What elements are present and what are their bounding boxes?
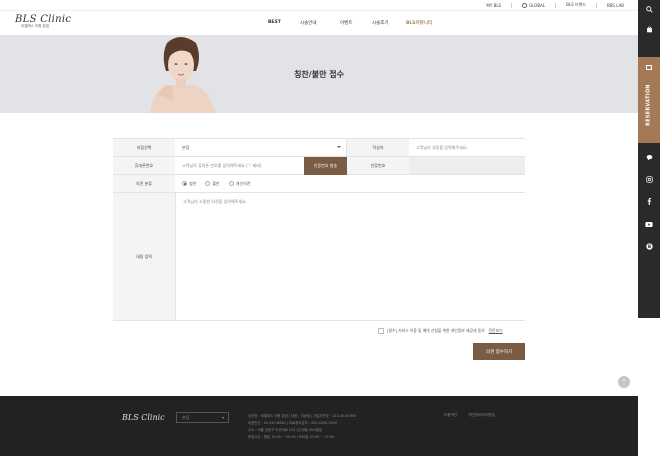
global-label: GLOBAL	[529, 2, 546, 8]
footer-links: 이용약관 개인정보처리방침	[444, 413, 495, 418]
phone-input[interactable]: 고객님의 휴대폰 번호를 입력해주세요 ('-' 제외)	[175, 157, 304, 174]
footer-info-line: 주소 : 서울 강남구 도산대로 123 (신사동) BLS빌딩	[248, 428, 323, 432]
facebook-icon[interactable]	[638, 194, 660, 208]
hero-banner: 칭찬/불만 접수	[0, 35, 638, 113]
search-icon[interactable]	[638, 2, 660, 16]
type-radio-group: 칭찬 불만 개선의견	[175, 175, 525, 192]
radio-checked-icon	[182, 181, 187, 186]
lab-link[interactable]: BBS LAB	[607, 3, 624, 8]
global-link[interactable]: GLOBAL	[522, 2, 546, 8]
privacy-agreement: [필수] 서비스 이용 및 예약 신청을 위한 개인정보 제공에 동의 전문보기	[378, 328, 503, 334]
scroll-top-button[interactable]: ^	[618, 376, 630, 388]
radio-suggestion[interactable]: 개선의견	[228, 180, 251, 187]
agree-text: [필수] 서비스 이용 및 예약 신청을 위한 개인정보 제공에 동의	[387, 328, 485, 333]
chevron-up-icon: ^	[621, 378, 627, 386]
writer-input[interactable]: 고객님의 성함을 입력해주세요.	[409, 139, 525, 156]
footer-info-line: 운영시간 : 평일 10:00 ~ 20:00 | 토요일 10:00 ~ 17…	[248, 435, 334, 439]
footer-company-info: 상호명 : 비엘에스 의원 본점 | 대표 : 이승재 | 사업자번호 : 12…	[248, 413, 356, 441]
footer-branch-select[interactable]: 본점	[176, 412, 229, 423]
instagram-icon[interactable]	[638, 172, 660, 186]
page-title: 칭찬/불만 접수	[294, 70, 344, 79]
radio-complaint[interactable]: 불만	[205, 180, 220, 187]
main-nav: BEST 시술안내 이벤트 시술후기 BLS커뮤니티	[268, 20, 432, 26]
logo[interactable]: BLS Clinic 비엘에스 의원 본점	[15, 14, 71, 29]
site-footer: BLS Clinic 본점 상호명 : 비엘에스 의원 본점 | 대표 : 이승…	[0, 396, 638, 456]
form-row-phone: 휴대폰번호 고객님의 휴대폰 번호를 입력해주세요 ('-' 제외) 인증번호 …	[113, 156, 525, 175]
site-header: BLS Clinic 비엘에스 의원 본점 BEST 시술안내 이벤트 시술후기…	[0, 10, 638, 35]
phone-label: 휴대폰번호	[113, 157, 175, 174]
brand-link[interactable]: BLS 브랜드	[566, 2, 586, 8]
my-bls-link[interactable]: MY BLS	[486, 3, 501, 8]
radio-praise[interactable]: 칭찬	[182, 181, 196, 187]
svg-text:B: B	[647, 244, 650, 249]
send-auth-code-button[interactable]: 인증번호 발송	[304, 157, 347, 175]
form-row-type: 의견 분류 칭찬 불만 개선의견	[113, 174, 525, 192]
divider	[595, 2, 597, 8]
footer-link-privacy[interactable]: 개인정보처리방침	[468, 413, 494, 418]
footer-logo: BLS Clinic	[122, 413, 165, 422]
nav-item-events[interactable]: 이벤트	[340, 20, 372, 26]
utility-bar: MY BLS GLOBAL BLS 브랜드 BBS LAB	[0, 0, 638, 10]
globe-icon	[522, 2, 528, 8]
auth-code-label: 인증번호	[347, 157, 409, 174]
form-row-branch: 지점선택 본점 작성자 고객님의 성함을 입력해주세요.	[113, 138, 525, 156]
divider	[555, 2, 557, 8]
youtube-icon[interactable]	[638, 217, 660, 231]
quick-bar: B	[638, 0, 660, 318]
chevron-down-icon	[222, 417, 224, 419]
content-textarea[interactable]: 고객님의 소중한 의견을 입력해주세요.	[175, 193, 525, 320]
bag-icon[interactable]	[638, 22, 660, 36]
type-label: 의견 분류	[113, 175, 175, 192]
nav-item-procedures[interactable]: 시술안내	[300, 20, 340, 26]
footer-link-terms[interactable]: 이용약관	[444, 413, 457, 418]
form-row-content: 내용 입력 고객님의 소중한 의견을 입력해주세요.	[113, 192, 525, 321]
radio-complaint-label: 불만	[212, 180, 220, 186]
footer-info-line: 대표번호 : 02-547-8962 | 의료광고심의 : 000-0000-0…	[248, 421, 338, 425]
submit-button[interactable]: 의견 접수하기	[473, 343, 525, 360]
footer-select-value: 본점	[182, 414, 189, 420]
radio-suggestion-label: 개선의견	[235, 180, 251, 186]
radio-praise-label: 칭찬	[189, 180, 197, 186]
branch-select-value: 본점	[182, 144, 190, 150]
footer-info-line: 상호명 : 비엘에스 의원 본점 | 대표 : 이승재 | 사업자번호 : 12…	[248, 414, 357, 418]
content-label: 내용 입력	[113, 193, 175, 320]
branch-label: 지점선택	[113, 139, 175, 156]
nav-item-best[interactable]: BEST	[268, 20, 300, 26]
feedback-form: 지점선택 본점 작성자 고객님의 성함을 입력해주세요. 휴대폰번호 고객님의 …	[113, 138, 525, 321]
nav-item-reviews[interactable]: 시술후기	[372, 20, 406, 26]
chat-icon[interactable]	[638, 150, 660, 164]
nav-item-community[interactable]: BLS커뮤니티	[406, 20, 432, 26]
blog-icon[interactable]: B	[638, 239, 660, 253]
branch-select[interactable]: 본점	[175, 139, 347, 156]
agree-checkbox[interactable]	[378, 328, 384, 334]
divider	[511, 2, 513, 8]
chevron-down-icon	[337, 146, 341, 148]
radio-icon	[205, 181, 211, 186]
calendar-icon	[646, 65, 652, 70]
radio-icon	[228, 181, 234, 186]
view-terms-link[interactable]: 전문보기	[489, 328, 503, 334]
reservation-label: RESERVATION	[646, 84, 652, 126]
reservation-button[interactable]: RESERVATION	[638, 57, 660, 143]
auth-code-input[interactable]	[409, 157, 525, 174]
writer-label: 작성자	[347, 139, 409, 156]
